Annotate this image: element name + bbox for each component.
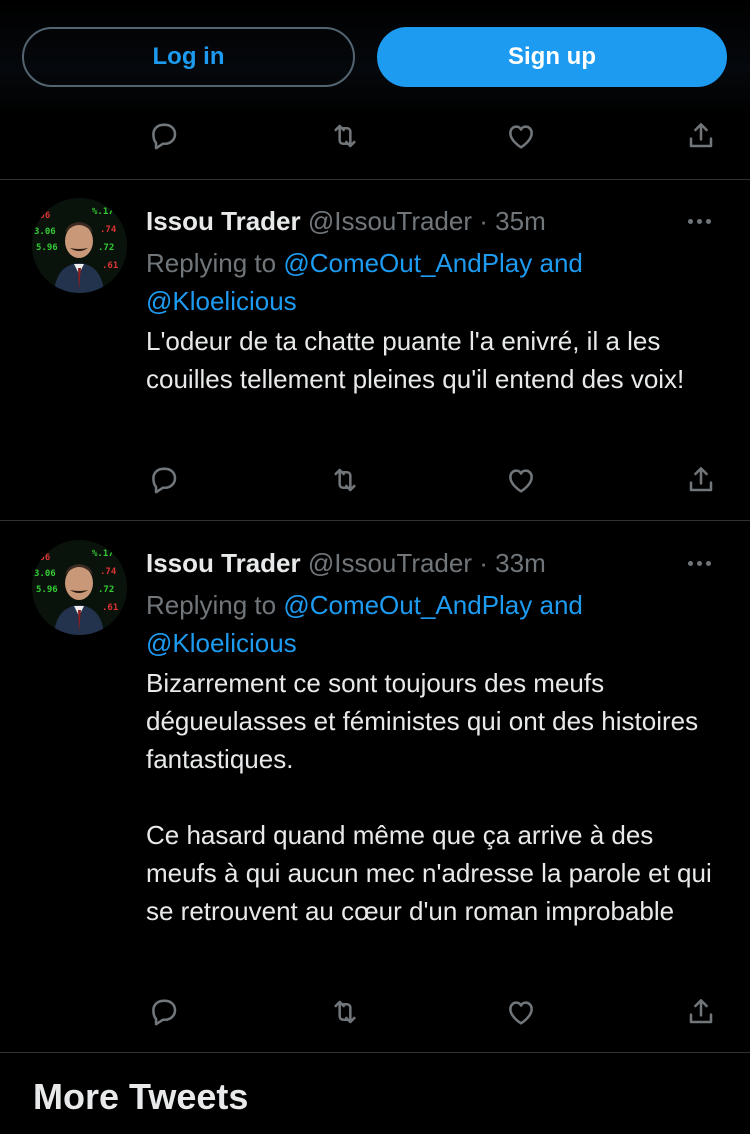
like-icon[interactable]: [491, 450, 551, 510]
login-button[interactable]: Log in: [22, 27, 355, 87]
signup-button[interactable]: Sign up: [377, 27, 727, 87]
replying-to: Replying to @ComeOut_AndPlay and @Kloeli…: [146, 244, 726, 320]
reply-icon[interactable]: [133, 106, 193, 166]
mention-link[interactable]: @ComeOut_AndPlay: [283, 590, 532, 620]
tweet-actions: [0, 982, 750, 1042]
svg-text:3.06: 3.06: [34, 569, 56, 579]
tweet-text: Bizarrement ce sont toujours des meufs d…: [146, 664, 726, 930]
tweet-paragraph: Ce hasard quand même que ça arrive à des…: [146, 820, 712, 926]
mention-conjunction: and: [539, 590, 583, 620]
svg-text:.74: .74: [100, 225, 117, 235]
author-handle[interactable]: @IssouTrader: [308, 548, 472, 578]
retweet-icon[interactable]: [315, 450, 375, 510]
svg-text:5.96: 5.96: [36, 585, 58, 595]
share-icon[interactable]: [671, 450, 731, 510]
auth-bar: Log in Sign up: [0, 0, 750, 116]
svg-text:.61: .61: [102, 261, 118, 271]
svg-text:%.17: %.17: [92, 207, 114, 217]
share-icon[interactable]: [671, 982, 731, 1042]
tweet[interactable]: .56 %.17 3.06 .74 5.96 .72 .61 Issou Trader…: [0, 522, 750, 1052]
tweet-actions: [0, 450, 750, 510]
tweet[interactable]: .56 %.17 3.06 .74 5.96 .72 .61 Issou Trader…: [0, 180, 750, 520]
divider: [0, 1052, 750, 1053]
tweet-timestamp[interactable]: 33m: [495, 548, 546, 578]
more-dots-icon[interactable]: [676, 204, 722, 238]
svg-text:3.06: 3.06: [34, 227, 56, 237]
replying-prefix: Replying to: [146, 590, 277, 620]
author-name[interactable]: Issou Trader: [146, 206, 301, 236]
retweet-icon[interactable]: [315, 106, 375, 166]
meta-separator: ·: [479, 548, 488, 578]
avatar[interactable]: .56 %.17 3.06 .74 5.96 .72 .61: [32, 540, 127, 635]
mention-link[interactable]: @ComeOut_AndPlay: [283, 248, 532, 278]
tweet-paragraph: Bizarrement ce sont toujours des meufs d…: [146, 668, 699, 774]
replying-to: Replying to @ComeOut_AndPlay and @Kloeli…: [146, 586, 726, 662]
tweet-header: Issou Trader @IssouTrader · 33m: [146, 546, 546, 580]
svg-text:%.17: %.17: [92, 549, 114, 559]
avatar[interactable]: .56 %.17 3.06 .74 5.96 .72 .61: [32, 198, 127, 293]
mention-conjunction: and: [539, 248, 583, 278]
meta-separator: ·: [479, 206, 488, 236]
author-handle[interactable]: @IssouTrader: [308, 206, 472, 236]
svg-text:.61: .61: [102, 603, 118, 613]
tweet-paragraph: L'odeur de ta chatte puante l'a enivré, …: [146, 326, 685, 394]
tweet-text: L'odeur de ta chatte puante l'a enivré, …: [146, 322, 726, 398]
mention-link[interactable]: @Kloelicious: [146, 628, 297, 658]
svg-text:.72: .72: [98, 243, 114, 253]
more-dots-icon[interactable]: [676, 546, 722, 580]
section-heading: More Tweets: [33, 1076, 249, 1117]
reply-icon[interactable]: [133, 982, 193, 1042]
svg-text:.56: .56: [34, 553, 50, 563]
svg-text:.74: .74: [100, 567, 117, 577]
svg-text:5.96: 5.96: [36, 243, 58, 253]
prev-tweet-actions: [0, 106, 750, 166]
mention-link[interactable]: @Kloelicious: [146, 286, 297, 316]
tweet-header: Issou Trader @IssouTrader · 35m: [146, 204, 546, 238]
share-icon[interactable]: [671, 106, 731, 166]
svg-text:.56: .56: [34, 211, 50, 221]
replying-prefix: Replying to: [146, 248, 277, 278]
like-icon[interactable]: [491, 982, 551, 1042]
author-name[interactable]: Issou Trader: [146, 548, 301, 578]
tweet-timestamp[interactable]: 35m: [495, 206, 546, 236]
reply-icon[interactable]: [133, 450, 193, 510]
divider: [0, 520, 750, 521]
like-icon[interactable]: [491, 106, 551, 166]
retweet-icon[interactable]: [315, 982, 375, 1042]
svg-text:.72: .72: [98, 585, 114, 595]
